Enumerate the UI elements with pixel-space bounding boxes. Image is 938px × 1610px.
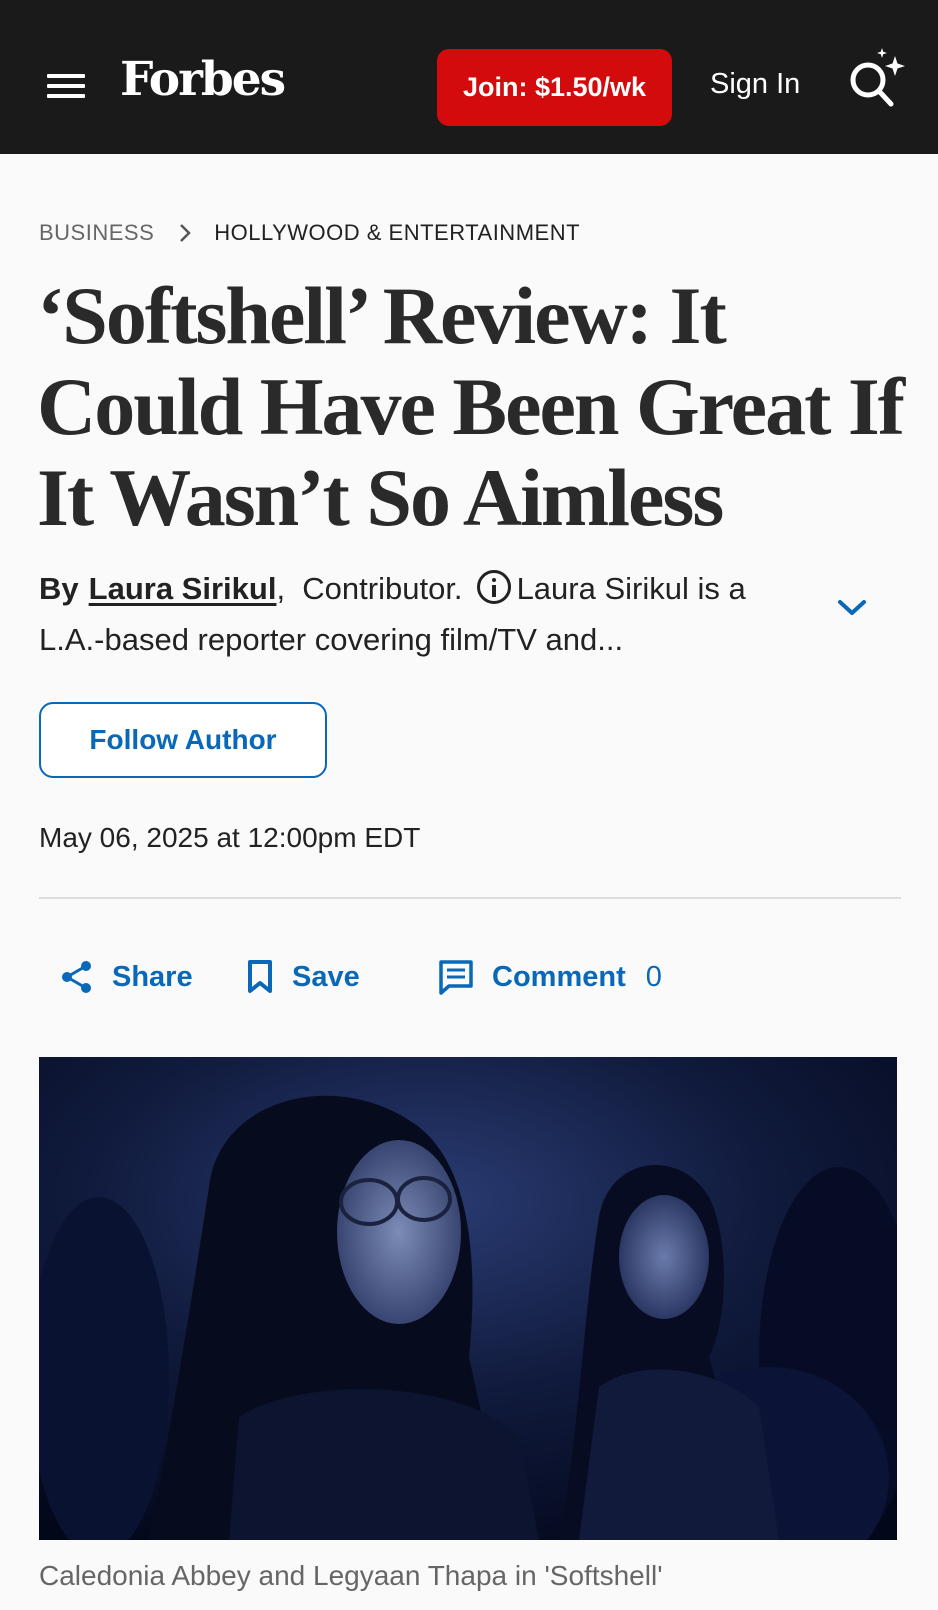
bookmark-icon [248,960,272,993]
image-caption: Caledonia Abbey and Legyaan Thapa in 'So… [39,1560,663,1591]
article-headline: ‘Softshell’ Review: It Could Have Been G… [37,270,905,543]
chevron-down-icon[interactable] [836,598,868,618]
byline-comma: , [276,571,286,606]
share-label: Share [112,960,193,993]
breadcrumb-business-link[interactable]: BUSINESS [39,220,154,246]
comment-label: Comment [492,960,626,993]
publish-date: May 06, 2025 at 12:00pm EDT [39,822,421,853]
forbes-logo[interactable]: Forbes [120,52,286,107]
article-hero-image[interactable] [39,1057,897,1540]
share-button[interactable]: Share [60,955,193,999]
info-icon[interactable] [476,570,511,604]
sign-in-link[interactable]: Sign In [710,68,800,101]
ai-search-icon[interactable] [846,46,908,110]
follow-author-button[interactable]: Follow Author [39,702,327,778]
chevron-right-icon [180,224,192,242]
top-navigation-bar: Forbes Join: $1.50/wk Sign In [0,0,938,154]
menu-icon[interactable] [47,70,85,100]
comment-icon [439,960,473,995]
save-button[interactable]: Save [246,955,360,999]
save-label: Save [292,960,360,993]
comment-count: 0 [645,960,662,993]
divider [39,897,901,899]
comment-button[interactable]: Comment 0 [438,955,662,999]
byline: By Laura Sirikul, Contributor. Laura Sirik… [39,563,779,665]
share-icon [62,961,91,993]
breadcrumb-entertainment-link[interactable]: HOLLYWOOD & ENTERTAINMENT [214,220,580,246]
join-button[interactable]: Join: $1.50/wk [437,49,672,126]
film-still-illustration [39,1057,897,1540]
byline-prefix: By [39,571,79,606]
breadcrumb: BUSINESS HOLLYWOOD & ENTERTAINMENT [39,218,580,248]
author-link[interactable]: Laura Sirikul [89,571,277,606]
author-role: Contributor. [302,571,463,606]
